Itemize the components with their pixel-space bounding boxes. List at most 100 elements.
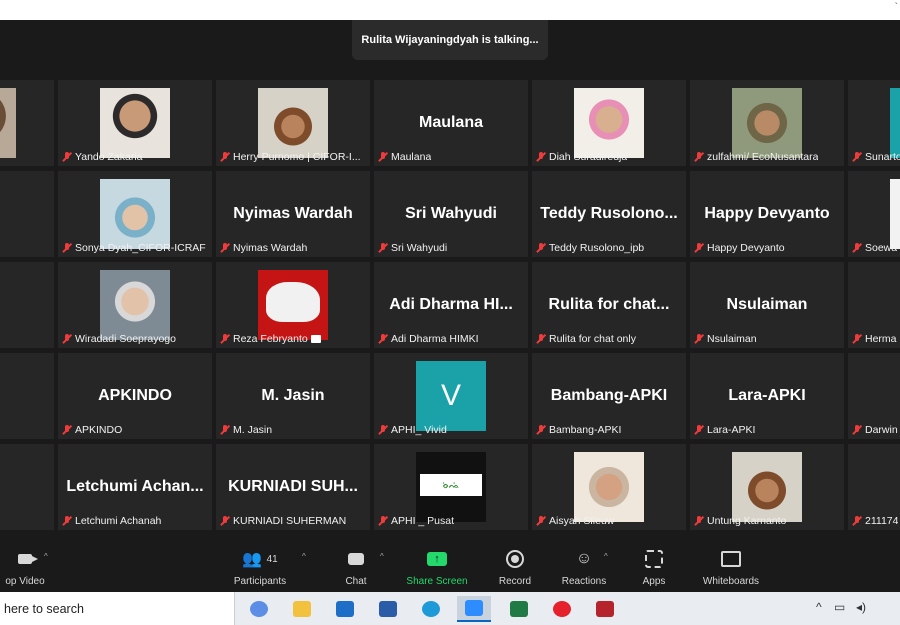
participant-tile[interactable]: Herry Purnomo | CIFOR-I... — [216, 80, 370, 166]
taskbar-app-excel[interactable] — [502, 596, 536, 622]
participant-name: Sonya Dyah_CIFOR-ICRAF — [75, 242, 206, 254]
participant-name-label: Happy Devyanto — [694, 242, 785, 254]
participant-tile[interactable]: Happy Devyanto Happy Devyanto — [690, 171, 844, 257]
apps-icon — [645, 550, 663, 568]
record-icon — [506, 550, 524, 568]
participant-name-label: Letchumi Achanah — [62, 515, 161, 527]
participant-tile[interactable]: Nyimas Wardah Nyimas Wardah — [216, 171, 370, 257]
participant-tile[interactable]: Teddy Rusolono... Teddy Rusolono_ipb — [532, 171, 686, 257]
participant-name: Herry Purnomo | CIFOR-I... — [233, 151, 361, 163]
taskbar-app-chat[interactable] — [242, 596, 276, 622]
participant-tile[interactable]: Dar Darwin — [848, 353, 900, 439]
record-button[interactable]: Record — [494, 540, 536, 592]
participant-tile[interactable]: di — [0, 80, 54, 166]
org-logo-icon: ᨔᨗᨕᨗ — [420, 474, 482, 496]
participant-tile[interactable]: Rulita for chat... Rulita for chat only — [532, 262, 686, 348]
participant-tile[interactable]: asar..._APHI — [0, 171, 54, 257]
participant-tile[interactable]: Aisyah Sileuw — [532, 444, 686, 530]
taskbar-app-other[interactable] — [588, 596, 622, 622]
participant-tile[interactable]: Yando Zakaria — [58, 80, 212, 166]
participant-name-label: zulfahmi/ EcoNusantara — [694, 151, 818, 163]
reactions-button[interactable]: ☺ Reactions — [558, 540, 610, 592]
apps-button[interactable]: Apps — [636, 540, 672, 592]
participant-name: Sunarto — [865, 151, 900, 163]
participant-name-label: Nyimas Wardah — [220, 242, 307, 254]
participant-tile[interactable]: Maulana Maulana — [374, 80, 528, 166]
participant-name: APHI_ Vivid — [391, 424, 447, 436]
participant-name: Diah Suradiredja — [549, 151, 628, 163]
taskbar-search-box[interactable]: here to search — [0, 592, 235, 625]
participant-tile[interactable]: Sonya Dyah_CIFOR-ICRAF — [58, 171, 212, 257]
participant-name: Bambang-APKI — [549, 424, 622, 436]
mic-muted-icon — [62, 425, 72, 435]
taskbar-app-mail[interactable] — [328, 596, 362, 622]
participant-tile[interactable]: V APHI_ Vivid — [374, 353, 528, 439]
participant-name: zulfahmi/ EcoNusantara — [707, 151, 819, 163]
participant-tile[interactable]: Bambang-APKI Bambang-APKI — [532, 353, 686, 439]
participant-tile[interactable]: r_A...KINDO — [0, 262, 54, 348]
participant-display-name: KURNIADI SUH... — [228, 478, 358, 495]
video-options-caret-icon[interactable]: ^ — [44, 552, 48, 561]
participant-tile[interactable]: ning...h — [0, 444, 54, 530]
participant-tile[interactable]: Nsulaiman Nsulaiman — [690, 262, 844, 348]
whiteboard-icon — [721, 551, 741, 567]
participant-tile[interactable]: APKINDO APKINDO — [58, 353, 212, 439]
windows-taskbar: here to search ^ ▭ ◂) — [0, 592, 900, 625]
chat-label: Chat — [345, 576, 367, 587]
share-screen-button[interactable]: ↑ Share Screen — [402, 540, 472, 592]
participant-name: Rulita for chat only — [549, 333, 636, 345]
share-screen-label: Share Screen — [406, 576, 468, 587]
mail-icon — [336, 601, 354, 617]
taskbar-app-zoom[interactable] — [457, 596, 491, 622]
participant-tile[interactable]: Sunarto — [848, 80, 900, 166]
tray-network-icon[interactable]: ▭ — [834, 600, 845, 614]
participant-display-name: Rulita for chat... — [548, 296, 670, 313]
participant-tile[interactable]: ᨔᨗᨕᨗ APHI _ Pusat — [374, 444, 528, 530]
stop-video-button[interactable]: op Video — [0, 540, 50, 592]
participant-tile[interactable]: Reza Febryanto — [216, 262, 370, 348]
participant-tile[interactable]: Herm Herma — [848, 262, 900, 348]
participant-tile[interactable]: Soewa — [848, 171, 900, 257]
participant-tile[interactable]: Lara-APKI Lara-APKI — [690, 353, 844, 439]
participant-tile[interactable]: Sri Wahyudi Sri Wahyudi — [374, 171, 528, 257]
participant-name: Aisyah Sileuw — [549, 515, 615, 527]
participant-name-label: Herma — [852, 333, 897, 345]
participant-tile[interactable]: Wiradadi Soeprayogo — [58, 262, 212, 348]
participant-name: Maulana — [391, 151, 432, 163]
participants-options-caret-icon[interactable]: ^ — [302, 552, 306, 561]
participant-video: ᨔᨗᨕᨗ — [416, 452, 486, 522]
tray-chevron-up-icon[interactable]: ^ — [816, 600, 822, 614]
mic-muted-icon — [62, 152, 72, 162]
reactions-options-caret-icon[interactable]: ^ — [604, 552, 608, 561]
taskbar-app-edge[interactable] — [414, 596, 448, 622]
participant-tile[interactable]: 21117 211174 — [848, 444, 900, 530]
taskbar-app-opera[interactable] — [545, 596, 579, 622]
participant-name-label: Darwin — [852, 424, 898, 436]
whiteboards-button[interactable]: Whiteboards — [696, 540, 766, 592]
participant-name-label: APHI _ Pusat — [378, 515, 454, 527]
participant-display-name: Nyimas Wardah — [233, 205, 353, 222]
taskbar-search-placeholder: here to search — [4, 601, 84, 616]
tray-speaker-icon[interactable]: ◂) — [856, 600, 866, 614]
elephant-logo-icon — [266, 282, 320, 322]
participant-tile[interactable]: zulfahmi/ EcoNusantara — [690, 80, 844, 166]
chat-options-caret-icon[interactable]: ^ — [380, 552, 384, 561]
participant-tile[interactable]: Adi Dharma HI... Adi Dharma HIMKI — [374, 262, 528, 348]
participant-tile[interactable]: Letchumi Achan... Letchumi Achanah — [58, 444, 212, 530]
participant-name: Darwin — [865, 424, 898, 436]
mic-muted-icon — [694, 516, 704, 526]
participant-tile[interactable]: Diah Suradiredja — [532, 80, 686, 166]
participant-name: Happy Devyanto — [707, 242, 785, 254]
participant-video — [732, 452, 802, 522]
participant-tile[interactable] — [0, 353, 54, 439]
chat-button[interactable]: Chat — [336, 540, 376, 592]
taskbar-app-file-explorer[interactable] — [285, 596, 319, 622]
participant-tile[interactable]: Untung Karnanto — [690, 444, 844, 530]
mic-muted-icon — [694, 243, 704, 253]
taskbar-app-word[interactable] — [371, 596, 405, 622]
participant-name: KURNIADI SUHERMAN — [233, 515, 347, 527]
participant-tile[interactable]: M. Jasin M. Jasin — [216, 353, 370, 439]
reactions-label: Reactions — [561, 576, 607, 587]
participant-tile[interactable]: KURNIADI SUH... KURNIADI SUHERMAN — [216, 444, 370, 530]
participants-button[interactable]: 👥 41 Participants — [228, 540, 292, 592]
